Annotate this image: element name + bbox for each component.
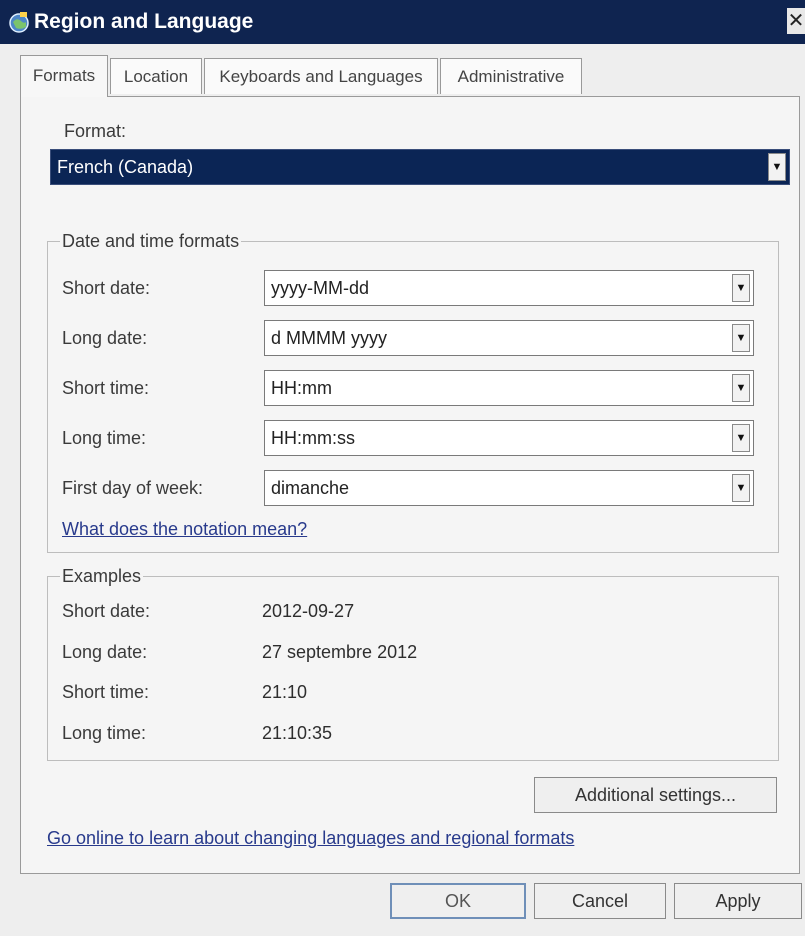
chevron-down-icon[interactable]: ▼ <box>732 374 750 402</box>
cancel-button[interactable]: Cancel <box>534 883 666 919</box>
tab-location[interactable]: Location <box>110 58 202 94</box>
examples-legend: Examples <box>60 565 144 587</box>
tab-administrative[interactable]: Administrative <box>440 58 582 94</box>
formats-panel: Format: French (Canada) ▼ Date and time … <box>20 96 800 874</box>
short-date-label: Short date: <box>62 278 151 298</box>
ok-button[interactable]: OK <box>390 883 526 919</box>
format-select[interactable]: French (Canada) ▼ <box>50 149 790 185</box>
close-button[interactable]: ✕ <box>787 8 805 34</box>
format-value: French (Canada) <box>57 157 194 177</box>
chevron-down-icon[interactable]: ▼ <box>732 424 750 452</box>
chevron-down-icon[interactable]: ▼ <box>732 474 750 502</box>
example-long-time-value: 21:10:35 <box>262 723 333 743</box>
tab-formats[interactable]: Formats <box>20 55 108 97</box>
example-long-time-label: Long time: <box>62 723 147 743</box>
date-time-formats-legend: Date and time formats <box>60 230 242 252</box>
close-icon: ✕ <box>787 10 805 32</box>
go-online-link[interactable]: Go online to learn about changing langua… <box>47 827 574 849</box>
long-time-value: HH:mm:ss <box>271 428 355 448</box>
example-long-date-value: 27 septembre 2012 <box>262 642 418 662</box>
first-day-of-week-select[interactable]: dimanche ▼ <box>264 470 754 506</box>
long-time-label: Long time: <box>62 428 147 448</box>
title-bar[interactable]: Region and Language ✕ <box>0 0 805 44</box>
date-time-formats-group: Date and time formats Short date: yyyy-M… <box>47 230 779 553</box>
globe-icon <box>9 12 29 33</box>
short-date-value: yyyy-MM-dd <box>271 278 369 298</box>
chevron-down-icon[interactable]: ▼ <box>732 274 750 302</box>
additional-settings-button[interactable]: Additional settings... <box>534 777 777 813</box>
notation-help-link[interactable]: What does the notation mean? <box>62 518 307 540</box>
format-label: Format: <box>64 121 127 141</box>
example-short-date-value: 2012-09-27 <box>262 601 355 621</box>
first-day-of-week-label: First day of week: <box>62 478 204 498</box>
example-short-time-label: Short time: <box>62 682 150 702</box>
long-date-select[interactable]: d MMMM yyyy ▼ <box>264 320 754 356</box>
long-time-select[interactable]: HH:mm:ss ▼ <box>264 420 754 456</box>
chevron-down-icon[interactable]: ▼ <box>768 153 786 181</box>
apply-button[interactable]: Apply <box>674 883 802 919</box>
short-time-label: Short time: <box>62 378 150 398</box>
region-language-window: Region and Language ✕ Formats Location K… <box>0 0 805 936</box>
example-short-time-value: 21:10 <box>262 682 308 702</box>
long-date-label: Long date: <box>62 328 148 348</box>
first-day-of-week-value: dimanche <box>271 478 350 498</box>
chevron-down-icon[interactable]: ▼ <box>732 324 750 352</box>
short-time-select[interactable]: HH:mm ▼ <box>264 370 754 406</box>
example-short-date-label: Short date: <box>62 601 151 621</box>
examples-group: Examples Short date: 2012-09-27 Long dat… <box>47 565 779 761</box>
short-time-value: HH:mm <box>271 378 332 398</box>
window-title: Region and Language <box>34 10 254 33</box>
tab-keyboards-and-languages[interactable]: Keyboards and Languages <box>204 58 438 94</box>
long-date-value: d MMMM yyyy <box>271 328 387 348</box>
example-long-date-label: Long date: <box>62 642 148 662</box>
short-date-select[interactable]: yyyy-MM-dd ▼ <box>264 270 754 306</box>
